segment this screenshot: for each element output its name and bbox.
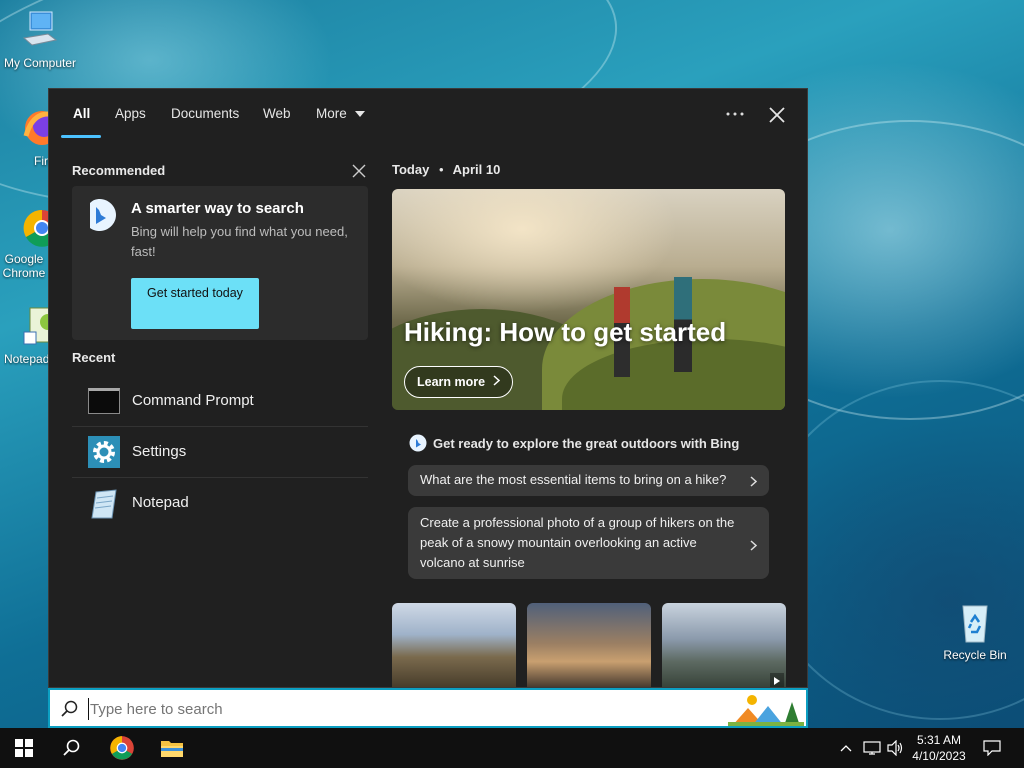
clock-date: 4/10/2023 bbox=[912, 749, 966, 763]
windows-logo-icon bbox=[15, 739, 33, 757]
recycle-bin-icon bbox=[953, 600, 997, 644]
active-tab-indicator bbox=[61, 135, 101, 138]
volume-icon[interactable] bbox=[884, 728, 906, 768]
desktop-icon-recycle-bin[interactable]: Recycle Bin bbox=[935, 600, 1015, 662]
recent-item-label: Command Prompt bbox=[132, 392, 254, 409]
tab-more-label: More bbox=[316, 106, 347, 121]
computer-icon bbox=[18, 8, 62, 52]
thumbnail-image[interactable] bbox=[527, 603, 651, 687]
suggestion-create-photo[interactable]: Create a professional photo of a group o… bbox=[408, 507, 769, 579]
close-icon[interactable] bbox=[767, 105, 787, 125]
tab-documents[interactable]: Documents bbox=[171, 106, 239, 121]
recent-item-settings[interactable]: Settings bbox=[72, 427, 368, 478]
today-header: Today • April 10 bbox=[392, 162, 500, 177]
search-highlight-icon[interactable] bbox=[728, 692, 804, 726]
today-separator: • bbox=[438, 162, 444, 177]
settings-gear-icon bbox=[88, 436, 120, 468]
today-date: April 10 bbox=[452, 162, 501, 177]
bing-prompt: Get ready to explore the great outdoors … bbox=[409, 433, 739, 453]
bing-prompt-text: Get ready to explore the great outdoors … bbox=[433, 435, 740, 451]
tab-more[interactable]: More bbox=[316, 106, 366, 121]
chevron-right-icon bbox=[750, 537, 758, 557]
hero-card-hiking[interactable]: Hiking: How to get started Learn more bbox=[392, 189, 785, 410]
search-input[interactable] bbox=[88, 698, 708, 720]
suggestion-text: What are the most essential items to bri… bbox=[420, 472, 727, 487]
desktop-icon-label: Notepad bbox=[4, 352, 48, 366]
promo-body: Bing will help you find what you need, f… bbox=[131, 224, 348, 259]
suggestion-essential-items[interactable]: What are the most essential items to bri… bbox=[408, 465, 769, 496]
ellipsis-icon[interactable] bbox=[723, 105, 747, 125]
desktop-icon-my-computer[interactable]: My Computer bbox=[0, 8, 80, 70]
notification-icon bbox=[983, 740, 1001, 756]
bing-icon bbox=[82, 197, 118, 233]
scroll-right-icon[interactable] bbox=[770, 673, 784, 687]
hero-title: Hiking: How to get started bbox=[404, 317, 727, 347]
search-box[interactable] bbox=[48, 688, 808, 728]
taskbar-file-explorer[interactable] bbox=[148, 728, 196, 768]
notepad-icon bbox=[88, 488, 120, 520]
recent-title: Recent bbox=[72, 350, 116, 365]
tab-all[interactable]: All bbox=[73, 106, 90, 121]
desktop-icon-label: Recycle Bin bbox=[943, 648, 1007, 662]
chrome-icon bbox=[110, 736, 134, 760]
recent-item-notepad[interactable]: Notepad bbox=[72, 478, 368, 529]
search-icon bbox=[63, 739, 80, 756]
taskbar: 5:31 AM 4/10/2023 bbox=[0, 728, 1024, 768]
recommended-title: Recommended bbox=[72, 163, 166, 178]
show-hidden-icons-chevron-up-icon[interactable] bbox=[836, 728, 856, 768]
search-tabs: All Apps Documents Web More bbox=[49, 89, 807, 141]
thumbnail-image[interactable] bbox=[662, 603, 786, 687]
suggestion-text: Create a professional photo of a group o… bbox=[420, 515, 735, 570]
command-prompt-icon bbox=[88, 388, 120, 414]
dismiss-recommended-icon[interactable] bbox=[351, 163, 367, 179]
learn-more-label: Learn more bbox=[417, 375, 486, 389]
get-started-button[interactable]: Get started today bbox=[131, 278, 259, 329]
clock-time: 5:31 AM bbox=[916, 733, 962, 747]
network-icon[interactable] bbox=[860, 728, 884, 768]
taskbar-search-button[interactable] bbox=[48, 728, 96, 768]
bing-promo-card: A smarter way to search Bing will help y… bbox=[72, 186, 368, 340]
bing-icon bbox=[409, 434, 427, 452]
chevron-down-icon bbox=[354, 111, 365, 117]
folder-icon bbox=[161, 741, 183, 757]
search-icon bbox=[60, 699, 80, 719]
recent-item-label: Settings bbox=[132, 443, 187, 460]
promo-heading: A smarter way to search bbox=[131, 200, 304, 217]
search-panel: All Apps Documents Web More Recommended bbox=[48, 88, 808, 688]
tab-web[interactable]: Web bbox=[263, 106, 291, 121]
desktop-icon-label: My Computer bbox=[3, 56, 77, 70]
start-button[interactable] bbox=[0, 728, 48, 768]
thumbnail-image[interactable] bbox=[392, 603, 516, 687]
taskbar-clock[interactable]: 5:31 AM 4/10/2023 bbox=[906, 728, 972, 768]
recent-item-command-prompt[interactable]: Command Prompt bbox=[72, 376, 368, 427]
taskbar-chrome[interactable] bbox=[98, 728, 146, 768]
today-label: Today bbox=[392, 162, 430, 177]
desktop-icon-label: Google Chrome bbox=[2, 252, 46, 280]
action-center-button[interactable] bbox=[976, 728, 1008, 768]
chevron-right-icon bbox=[750, 475, 758, 490]
learn-more-button[interactable]: Learn more bbox=[404, 366, 514, 398]
recent-item-label: Notepad bbox=[132, 494, 189, 511]
chevron-right-icon bbox=[493, 375, 501, 389]
tab-apps[interactable]: Apps bbox=[115, 106, 146, 121]
